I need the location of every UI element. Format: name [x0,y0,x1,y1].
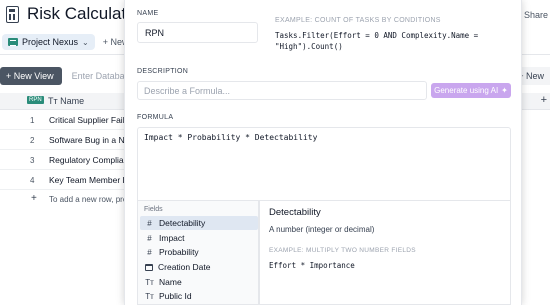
calendar-icon [145,263,153,271]
fields-list: Fields # Detectability # Impact # Probab… [137,201,259,305]
formula-value[interactable]: Impact * Probability * Detectability [144,133,317,142]
field-name: Name [159,277,182,287]
text-type-icon: Tт [145,291,154,301]
field-item-impact[interactable]: # Impact [140,231,258,245]
example-code: Tasks.Filter(Effort = 0 AND Complexity.N… [275,31,479,51]
text-type-icon: Tт [48,96,58,106]
field-example-code: Effort * Importance [269,261,355,270]
name-header-label: Name [60,96,85,106]
sparkle-icon: ✦ [501,86,508,95]
formula-dialog: NAME RPN EXAMPLE: COUNT OF TASKS BY COND… [124,0,522,305]
text-type-icon: Tт [145,277,154,287]
field-detail-description: A number (integer or decimal) [269,225,375,234]
field-item-name[interactable]: Tт Name [140,275,258,289]
field-name: Public Id [159,291,192,301]
field-detail-panel: Detectability A number (integer or decim… [259,201,511,305]
field-name: Detectability [159,218,206,228]
field-name: Creation Date [158,262,211,272]
field-item-public-id[interactable]: Tт Public Id [140,289,258,303]
generate-ai-label: Generate using AI [434,86,499,95]
field-item-detectability[interactable]: # Detectability [140,216,258,230]
field-name: Impact [159,233,185,243]
share-label: Share [523,10,548,20]
tab-project-nexus[interactable]: Project Nexus ⌄ [2,34,95,50]
fields-header: Fields [144,206,163,213]
calculator-icon [6,5,19,23]
name-column-header[interactable]: Tт Name [48,96,84,106]
hash-icon: # [147,233,152,243]
table-icon [8,38,18,46]
row-name[interactable]: Software Bug in a New I [49,135,129,145]
chevron-down-icon[interactable]: ⌄ [82,38,89,47]
name-label: NAME [137,10,159,17]
field-name: Probability [159,247,199,257]
table-row[interactable]: 3 Regulatory Compliance [0,150,130,170]
field-example-label: EXAMPLE: MULTIPLY TWO NUMBER FIELDS [269,247,416,254]
generate-ai-button[interactable]: Generate using AI ✦ [431,83,511,98]
field-detail-title: Detectability [269,207,321,218]
hash-icon: # [147,247,152,257]
add-column-icon[interactable]: + [541,94,547,106]
row-name[interactable]: Critical Supplier Fails to [49,115,129,125]
add-row-hint[interactable]: To add a new row, press [49,195,129,204]
table-row[interactable]: 1 Critical Supplier Fails to [0,110,130,130]
name-field[interactable]: RPN [137,22,258,43]
field-item-creation-date[interactable]: Creation Date [140,260,258,274]
app-header: Risk Calculator [6,4,141,24]
description-label: DESCRIPTION [137,68,189,75]
add-row-icon[interactable]: + [31,193,37,204]
new-view-button[interactable]: + New View [0,67,62,85]
formula-label: FORMULA [137,114,174,121]
description-field[interactable]: Describe a Formula... [137,81,427,100]
formula-editor[interactable]: Impact * Probability * Detectability [137,127,511,201]
tab-label: Project Nexus [22,37,79,47]
row-number: 4 [30,176,35,185]
row-number: 1 [30,116,35,125]
row-number: 3 [30,156,35,165]
rpn-column-badge[interactable]: RPN [27,96,44,104]
table-row[interactable]: 4 Key Team Member Leav [0,170,130,190]
example-label: EXAMPLE: COUNT OF TASKS BY CONDITIONS [275,17,441,24]
field-item-probability[interactable]: # Probability [140,245,258,259]
table-row[interactable]: 2 Software Bug in a New I [0,130,130,150]
hash-icon: # [147,218,152,228]
row-name[interactable]: Key Team Member Leav [49,175,129,185]
row-name[interactable]: Regulatory Compliance [49,155,129,165]
row-number: 2 [30,136,35,145]
